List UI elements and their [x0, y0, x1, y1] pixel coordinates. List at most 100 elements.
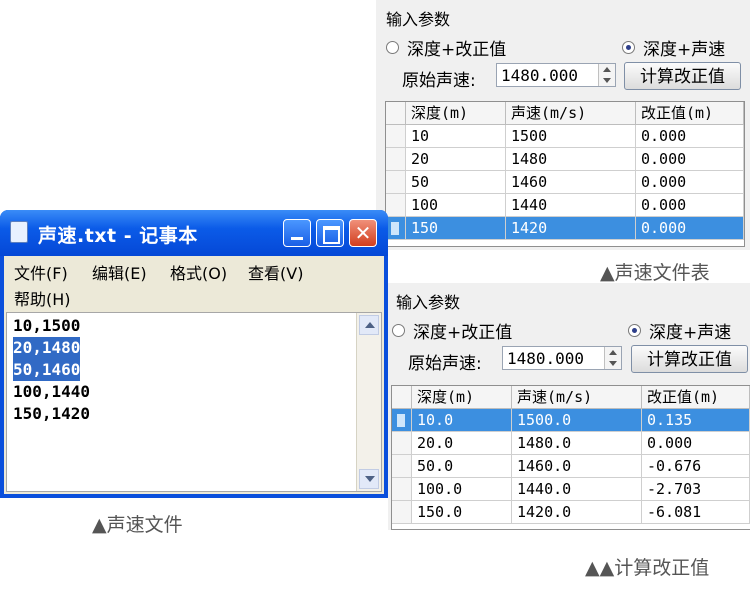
cell-correction[interactable]: 0.000	[636, 217, 744, 240]
top-radio-depth-speed[interactable]: 深度+声速	[622, 35, 725, 60]
row-header[interactable]	[386, 194, 406, 217]
col-header-correction[interactable]: 改正值(m)	[642, 386, 750, 409]
cell-speed[interactable]: 1480.0	[512, 432, 642, 455]
cell-correction[interactable]: -0.676	[642, 455, 750, 478]
cell-depth[interactable]: 50	[406, 171, 506, 194]
table-row[interactable]: 100.0 1440.0 -2.703	[392, 478, 750, 501]
cell-speed[interactable]: 1440.0	[512, 478, 642, 501]
table-row[interactable]: 50.0 1460.0 -0.676	[392, 455, 750, 478]
table-row[interactable]: 150.0 1420.0 -6.081	[392, 501, 750, 524]
minimize-button[interactable]	[283, 219, 311, 247]
spin-down-icon[interactable]	[609, 361, 617, 366]
notepad-titlebar[interactable]: 声速.txt - 记事本 ✕	[0, 210, 388, 256]
bottom-radio-depth-correction[interactable]: 深度+改正值	[392, 318, 512, 343]
cell-correction[interactable]: 0.000	[636, 125, 744, 148]
spin-down-icon[interactable]	[603, 78, 611, 83]
bottom-caption: ▲▲计算改正值	[585, 557, 710, 579]
scroll-down-button[interactable]	[359, 469, 379, 489]
top-caption: ▲声速文件表	[600, 262, 710, 284]
cell-correction[interactable]: 0.135	[642, 409, 750, 432]
row-header[interactable]	[386, 217, 406, 240]
table-row[interactable]: 20 1480 0.000	[386, 148, 744, 171]
menu-help[interactable]: 帮助(H)	[14, 286, 71, 310]
cell-correction[interactable]: 0.000	[642, 432, 750, 455]
table-row[interactable]: 50 1460 0.000	[386, 171, 744, 194]
notepad-menubar: 文件(F) 编辑(E) 格式(O) 查看(V) 帮助(H)	[4, 256, 384, 310]
cell-depth[interactable]: 150	[406, 217, 506, 240]
col-header-speed[interactable]: 声速(m/s)	[506, 102, 636, 125]
text-line-selected: 50,1460	[13, 359, 81, 381]
cell-speed[interactable]: 1500	[506, 125, 636, 148]
cell-speed[interactable]: 1440	[506, 194, 636, 217]
scroll-up-icon	[365, 322, 375, 328]
cell-depth[interactable]: 150.0	[412, 501, 512, 524]
spin-arrows[interactable]	[598, 64, 615, 86]
maximize-button[interactable]	[316, 219, 344, 247]
row-header-corner	[392, 386, 412, 409]
top-data-grid[interactable]: 深度(m) 声速(m/s) 改正值(m) 10 1500 0.000 20 14…	[385, 101, 745, 247]
top-group-title: 输入参数	[386, 10, 451, 29]
cell-depth[interactable]: 10.0	[412, 409, 512, 432]
row-header[interactable]	[392, 432, 412, 455]
scroll-up-button[interactable]	[359, 315, 379, 335]
cell-speed[interactable]: 1460.0	[512, 455, 642, 478]
table-row[interactable]: 20.0 1480.0 0.000	[392, 432, 750, 455]
row-header[interactable]	[386, 125, 406, 148]
bottom-radio-depth-speed[interactable]: 深度+声速	[628, 318, 731, 343]
notepad-text-area[interactable]: 10,1500 20,1480 50,1460 100,1440 150,142…	[6, 312, 382, 492]
row-header[interactable]	[392, 478, 412, 501]
bottom-speed-input[interactable]: 1480.000	[502, 346, 622, 370]
cell-speed[interactable]: 1480	[506, 148, 636, 171]
menu-format[interactable]: 格式(O)	[170, 260, 227, 284]
spin-up-icon[interactable]	[609, 350, 617, 355]
cell-speed[interactable]: 1460	[506, 171, 636, 194]
menu-edit[interactable]: 编辑(E)	[92, 260, 147, 284]
cell-correction[interactable]: 0.000	[636, 148, 744, 171]
cell-depth[interactable]: 20	[406, 148, 506, 171]
top-compute-button[interactable]: 计算改正值	[624, 62, 741, 90]
close-button[interactable]: ✕	[349, 219, 377, 247]
table-row[interactable]: 10 1500 0.000	[386, 125, 744, 148]
table-row-selected[interactable]: 150 1420 0.000	[386, 217, 744, 240]
bottom-data-grid[interactable]: 深度(m) 声速(m/s) 改正值(m) 10.0 1500.0 0.135 2…	[391, 385, 750, 530]
table-row[interactable]: 100 1440 0.000	[386, 194, 744, 217]
cell-depth[interactable]: 100	[406, 194, 506, 217]
row-header[interactable]	[386, 148, 406, 171]
radio-off-icon	[386, 41, 399, 54]
grid-header: 深度(m) 声速(m/s) 改正值(m)	[392, 386, 750, 409]
top-speed-input[interactable]: 1480.000	[496, 63, 616, 87]
menu-view[interactable]: 查看(V)	[248, 260, 303, 284]
vertical-scrollbar[interactable]	[356, 313, 381, 491]
col-header-speed[interactable]: 声速(m/s)	[512, 386, 642, 409]
cell-correction[interactable]: -2.703	[642, 478, 750, 501]
cell-speed[interactable]: 1420	[506, 217, 636, 240]
cell-speed[interactable]: 1420.0	[512, 501, 642, 524]
top-params-panel: 输入参数 深度+改正值 深度+声速 原始声速: 1480.000 计算改正值 深…	[376, 0, 750, 250]
menu-file[interactable]: 文件(F)	[14, 260, 68, 284]
cell-correction[interactable]: 0.000	[636, 171, 744, 194]
cell-depth[interactable]: 50.0	[412, 455, 512, 478]
spin-up-icon[interactable]	[603, 67, 611, 72]
cell-correction[interactable]: 0.000	[636, 194, 744, 217]
cell-depth[interactable]: 100.0	[412, 478, 512, 501]
top-radio-depth-correction[interactable]: 深度+改正值	[386, 35, 506, 60]
row-header[interactable]	[386, 171, 406, 194]
row-header[interactable]	[392, 409, 412, 432]
row-header[interactable]	[392, 455, 412, 478]
col-header-correction[interactable]: 改正值(m)	[636, 102, 744, 125]
table-row-selected[interactable]: 10.0 1500.0 0.135	[392, 409, 750, 432]
cell-depth[interactable]: 10	[406, 125, 506, 148]
radio-on-icon	[628, 324, 641, 337]
cell-correction[interactable]: -6.081	[642, 501, 750, 524]
cell-speed[interactable]: 1500.0	[512, 409, 642, 432]
notepad-icon	[10, 221, 28, 243]
col-header-depth[interactable]: 深度(m)	[406, 102, 506, 125]
cell-depth[interactable]: 20.0	[412, 432, 512, 455]
bottom-compute-button[interactable]: 计算改正值	[631, 345, 748, 373]
radio-label: 深度+声速	[643, 40, 726, 60]
col-header-depth[interactable]: 深度(m)	[412, 386, 512, 409]
text-line: 150,1420	[13, 404, 91, 423]
row-header[interactable]	[392, 501, 412, 524]
spin-arrows[interactable]	[604, 347, 621, 369]
scroll-down-icon	[365, 476, 375, 482]
